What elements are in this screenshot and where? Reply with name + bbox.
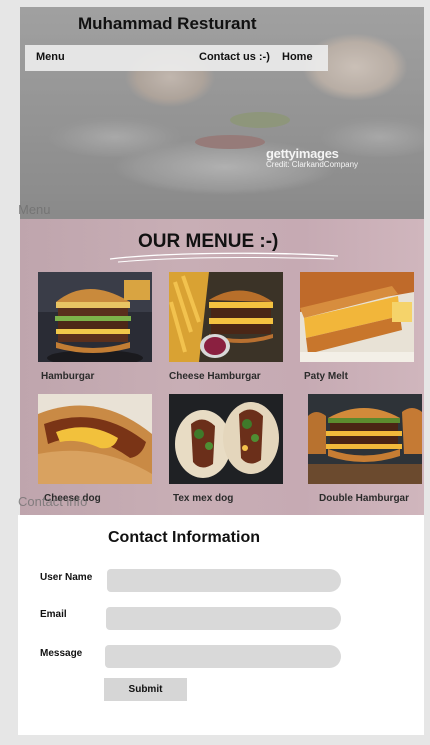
menu-item-cheese-hamburger[interactable]: Cheese Hamburgar bbox=[169, 272, 283, 384]
user-name-label: User Name bbox=[40, 572, 93, 583]
email-input[interactable] bbox=[106, 607, 341, 630]
nav-home-link[interactable]: Home bbox=[282, 51, 313, 63]
menu-item-label: Cheese Hamburgar bbox=[169, 371, 261, 382]
double-hamburger-image bbox=[308, 394, 422, 484]
contact-section-tag: Contact info bbox=[18, 494, 88, 509]
cheese-dog-image bbox=[38, 394, 152, 484]
user-name-input[interactable] bbox=[107, 569, 341, 592]
menu-item-tex-mex-dog[interactable]: Tex mex dog bbox=[169, 394, 283, 506]
hamburger-image bbox=[38, 272, 152, 362]
cheese-hamburger-image bbox=[169, 272, 283, 362]
paty-melt-image bbox=[300, 272, 414, 362]
watermark-text: gettyimages bbox=[266, 146, 339, 161]
menu-item-label: Hamburgar bbox=[41, 371, 95, 382]
tex-mex-dog-image bbox=[169, 394, 283, 484]
contact-title: Contact Information bbox=[108, 529, 260, 546]
top-navigation: Menu Contact us :-) Home bbox=[25, 45, 328, 71]
nav-contact-link[interactable]: Contact us :-) bbox=[199, 51, 270, 63]
message-input[interactable] bbox=[105, 645, 341, 668]
restaurant-title: Muhammad Resturant bbox=[78, 14, 257, 33]
getty-watermark: gettyimages Credit: ClarkandCompany bbox=[266, 146, 358, 169]
menu-item-double-hamburger[interactable]: Double Hamburgar bbox=[308, 394, 422, 506]
heading-underline bbox=[109, 252, 339, 263]
message-label: Message bbox=[40, 648, 83, 659]
email-label: Email bbox=[40, 609, 67, 620]
menu-item-label: Paty Melt bbox=[304, 371, 348, 382]
menu-item-hamburger[interactable]: Hamburgar bbox=[38, 272, 152, 384]
nav-menu-link[interactable]: Menu bbox=[36, 51, 65, 63]
menu-section-tag: Menu bbox=[18, 202, 51, 217]
watermark-credit: Credit: ClarkandCompany bbox=[266, 160, 359, 169]
menu-item-label: Double Hamburgar bbox=[319, 493, 410, 504]
submit-button[interactable]: Submit bbox=[104, 678, 187, 701]
hero-image bbox=[20, 7, 424, 219]
menu-item-cheese-dog[interactable]: Cheese dog bbox=[38, 394, 152, 506]
menu-item-paty-melt[interactable]: Paty Melt bbox=[300, 272, 414, 384]
menu-item-label: Tex mex dog bbox=[173, 493, 234, 504]
